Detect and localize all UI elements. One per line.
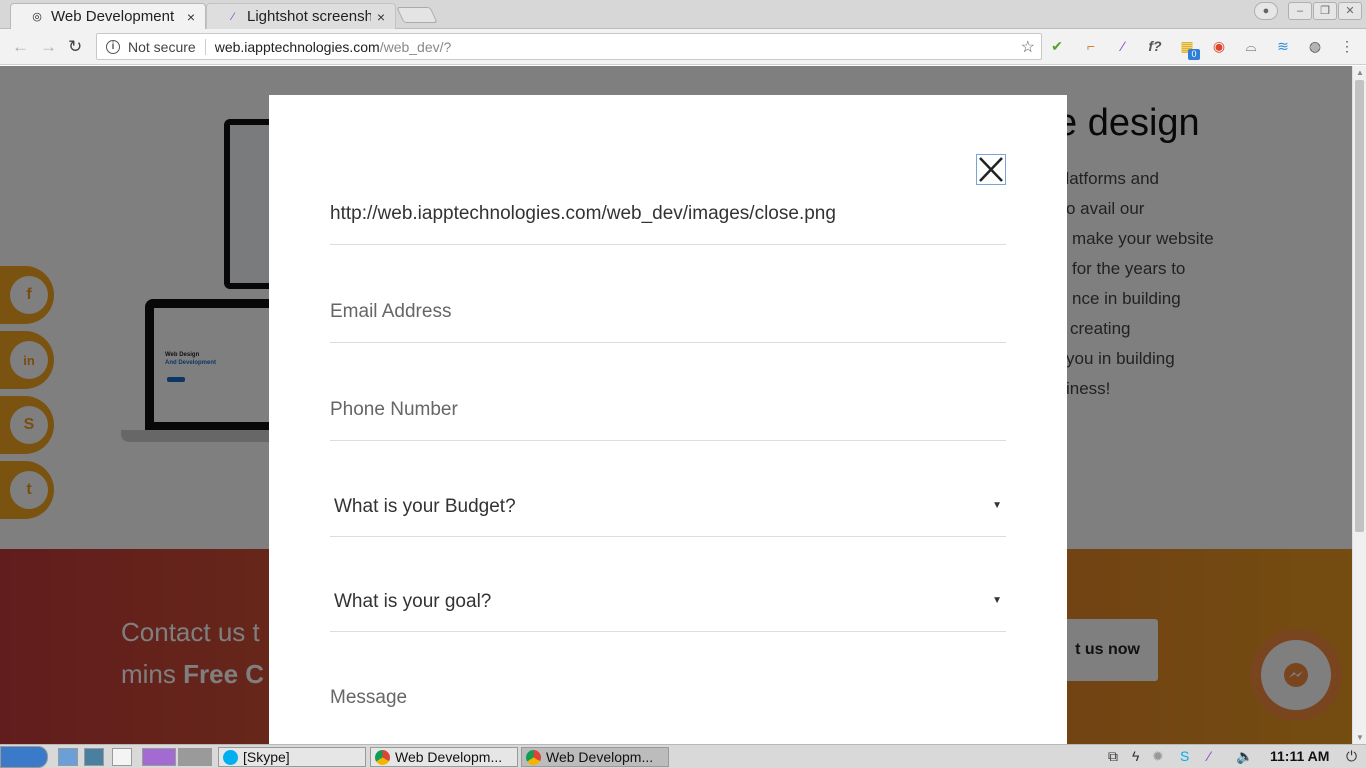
extension-ruler-icon[interactable]: ⌐ [1082, 37, 1100, 55]
contact-form-modal: http://web.iapptechnologies.com/web_dev/… [269, 95, 1067, 745]
new-tab-button[interactable] [396, 7, 438, 23]
start-menu-icon[interactable] [0, 746, 48, 768]
extension-badge: 0 [1188, 49, 1200, 60]
skype-tray-icon[interactable]: S [1180, 748, 1189, 764]
browser-tab-strip: ◎ Web Development × ⁄ Lightshot screensh… [0, 0, 1366, 29]
url-host: web.iapptechnologies.com [214, 38, 380, 55]
extension-check-icon[interactable]: ✔ [1048, 37, 1066, 55]
phone-field[interactable]: Phone Number [330, 399, 1006, 441]
minimize-button[interactable]: – [1288, 2, 1312, 20]
extension-spell-icon[interactable]: ≋ [1274, 37, 1292, 55]
tab-close-icon[interactable]: × [377, 9, 385, 25]
budget-select-value: What is your Budget? [334, 496, 516, 517]
reload-icon[interactable]: ↻ [68, 37, 82, 57]
close-icon [979, 157, 1003, 182]
url-path: /web_dev/? [379, 38, 452, 55]
bookmark-star-icon[interactable]: ☆ [1021, 37, 1035, 57]
info-icon[interactable]: i [106, 39, 120, 54]
profile-icon[interactable]: ● [1254, 2, 1278, 20]
site-favicon-icon: ◎ [32, 10, 42, 23]
chevron-down-icon: ▼ [992, 595, 1002, 606]
file-manager-icon[interactable] [58, 748, 78, 766]
browser-menu-icon[interactable]: ⋮ [1338, 37, 1356, 55]
browser-toolbar: ← → ↻ i Not secure web.iapptechnologies.… [0, 29, 1366, 65]
lightshot-feather-icon: ⁄ [232, 10, 234, 23]
shutdown-icon[interactable]: ⏻ [1346, 748, 1357, 765]
scroll-down-icon[interactable]: ▼ [1356, 733, 1364, 742]
os-taskbar: [Skype] Web Developm... Web Developm... … [0, 744, 1366, 768]
omnibox-separator [204, 38, 206, 55]
tab-title: Lightshot screensh [247, 8, 371, 25]
settings-gear-icon[interactable]: ✹ [1152, 748, 1164, 765]
security-label: Not secure [128, 38, 196, 55]
workspace-1-icon[interactable] [142, 748, 176, 766]
tab-title: Web Development [51, 8, 175, 25]
name-field-value: http://web.iapptechnologies.com/web_dev/… [330, 203, 836, 224]
budget-select[interactable]: What is your Budget? ▼ [330, 496, 1006, 537]
lightshot-tray-icon[interactable]: ⁄ [1208, 748, 1210, 764]
chrome-icon [375, 749, 390, 765]
tab-web-development[interactable]: ◎ Web Development × [10, 3, 206, 29]
tab-close-icon[interactable]: × [187, 9, 195, 25]
taskbar-item-chrome-2[interactable]: Web Developm... [521, 747, 669, 767]
lightshot-extension-icon[interactable]: ⁄ [1114, 37, 1132, 55]
system-clock: 11:11 AM [1270, 748, 1330, 764]
message-field[interactable]: Message [330, 687, 1006, 727]
maximize-button[interactable]: ❐ [1313, 2, 1337, 20]
tab-lightshot[interactable]: ⁄ Lightshot screensh × [206, 3, 396, 29]
taskbar-item-label: Web Developm... [546, 749, 654, 765]
scrollbar-thumb[interactable] [1355, 80, 1364, 532]
phone-placeholder: Phone Number [330, 399, 458, 420]
display-icon[interactable]: ⧉ [1108, 748, 1118, 765]
network-icon[interactable] [84, 748, 104, 766]
chrome-icon [526, 749, 541, 765]
name-field[interactable]: http://web.iapptechnologies.com/web_dev/… [330, 203, 1006, 245]
volume-icon[interactable]: 🔈 [1236, 748, 1253, 765]
goal-select[interactable]: What is your goal? ▼ [330, 591, 1006, 632]
workspace-2-icon[interactable] [178, 748, 212, 766]
skype-icon [223, 749, 238, 765]
modal-close-button[interactable] [976, 154, 1006, 185]
extension-circle-icon[interactable]: ◍ [1306, 37, 1324, 55]
forward-arrow-icon[interactable]: → [40, 37, 57, 57]
back-arrow-icon[interactable]: ← [12, 37, 29, 57]
window-close-button[interactable]: ✕ [1338, 2, 1362, 20]
taskbar-item-chrome-1[interactable]: Web Developm... [370, 747, 518, 767]
extension-glasses-icon[interactable]: ⌓ [1242, 37, 1260, 55]
power-icon[interactable]: ϟ [1132, 748, 1139, 764]
page-scrollbar[interactable]: ▲ ▼ [1352, 66, 1366, 744]
taskbar-item-skype[interactable]: [Skype] [218, 747, 366, 767]
address-bar[interactable]: i Not secure web.iapptechnologies.com /w… [96, 33, 1042, 60]
scroll-up-icon[interactable]: ▲ [1356, 68, 1364, 77]
taskbar-item-label: [Skype] [243, 749, 290, 765]
extension-formula-icon[interactable]: f? [1146, 37, 1164, 55]
goal-select-value: What is your goal? [334, 591, 492, 612]
extension-colorwheel-icon[interactable]: ◉ [1210, 37, 1228, 55]
email-field[interactable]: Email Address [330, 301, 1006, 343]
message-placeholder: Message [330, 687, 408, 708]
terminal-icon[interactable] [112, 748, 132, 766]
taskbar-item-label: Web Developm... [395, 749, 503, 765]
chevron-down-icon: ▼ [992, 500, 1002, 511]
email-placeholder: Email Address [330, 301, 452, 322]
